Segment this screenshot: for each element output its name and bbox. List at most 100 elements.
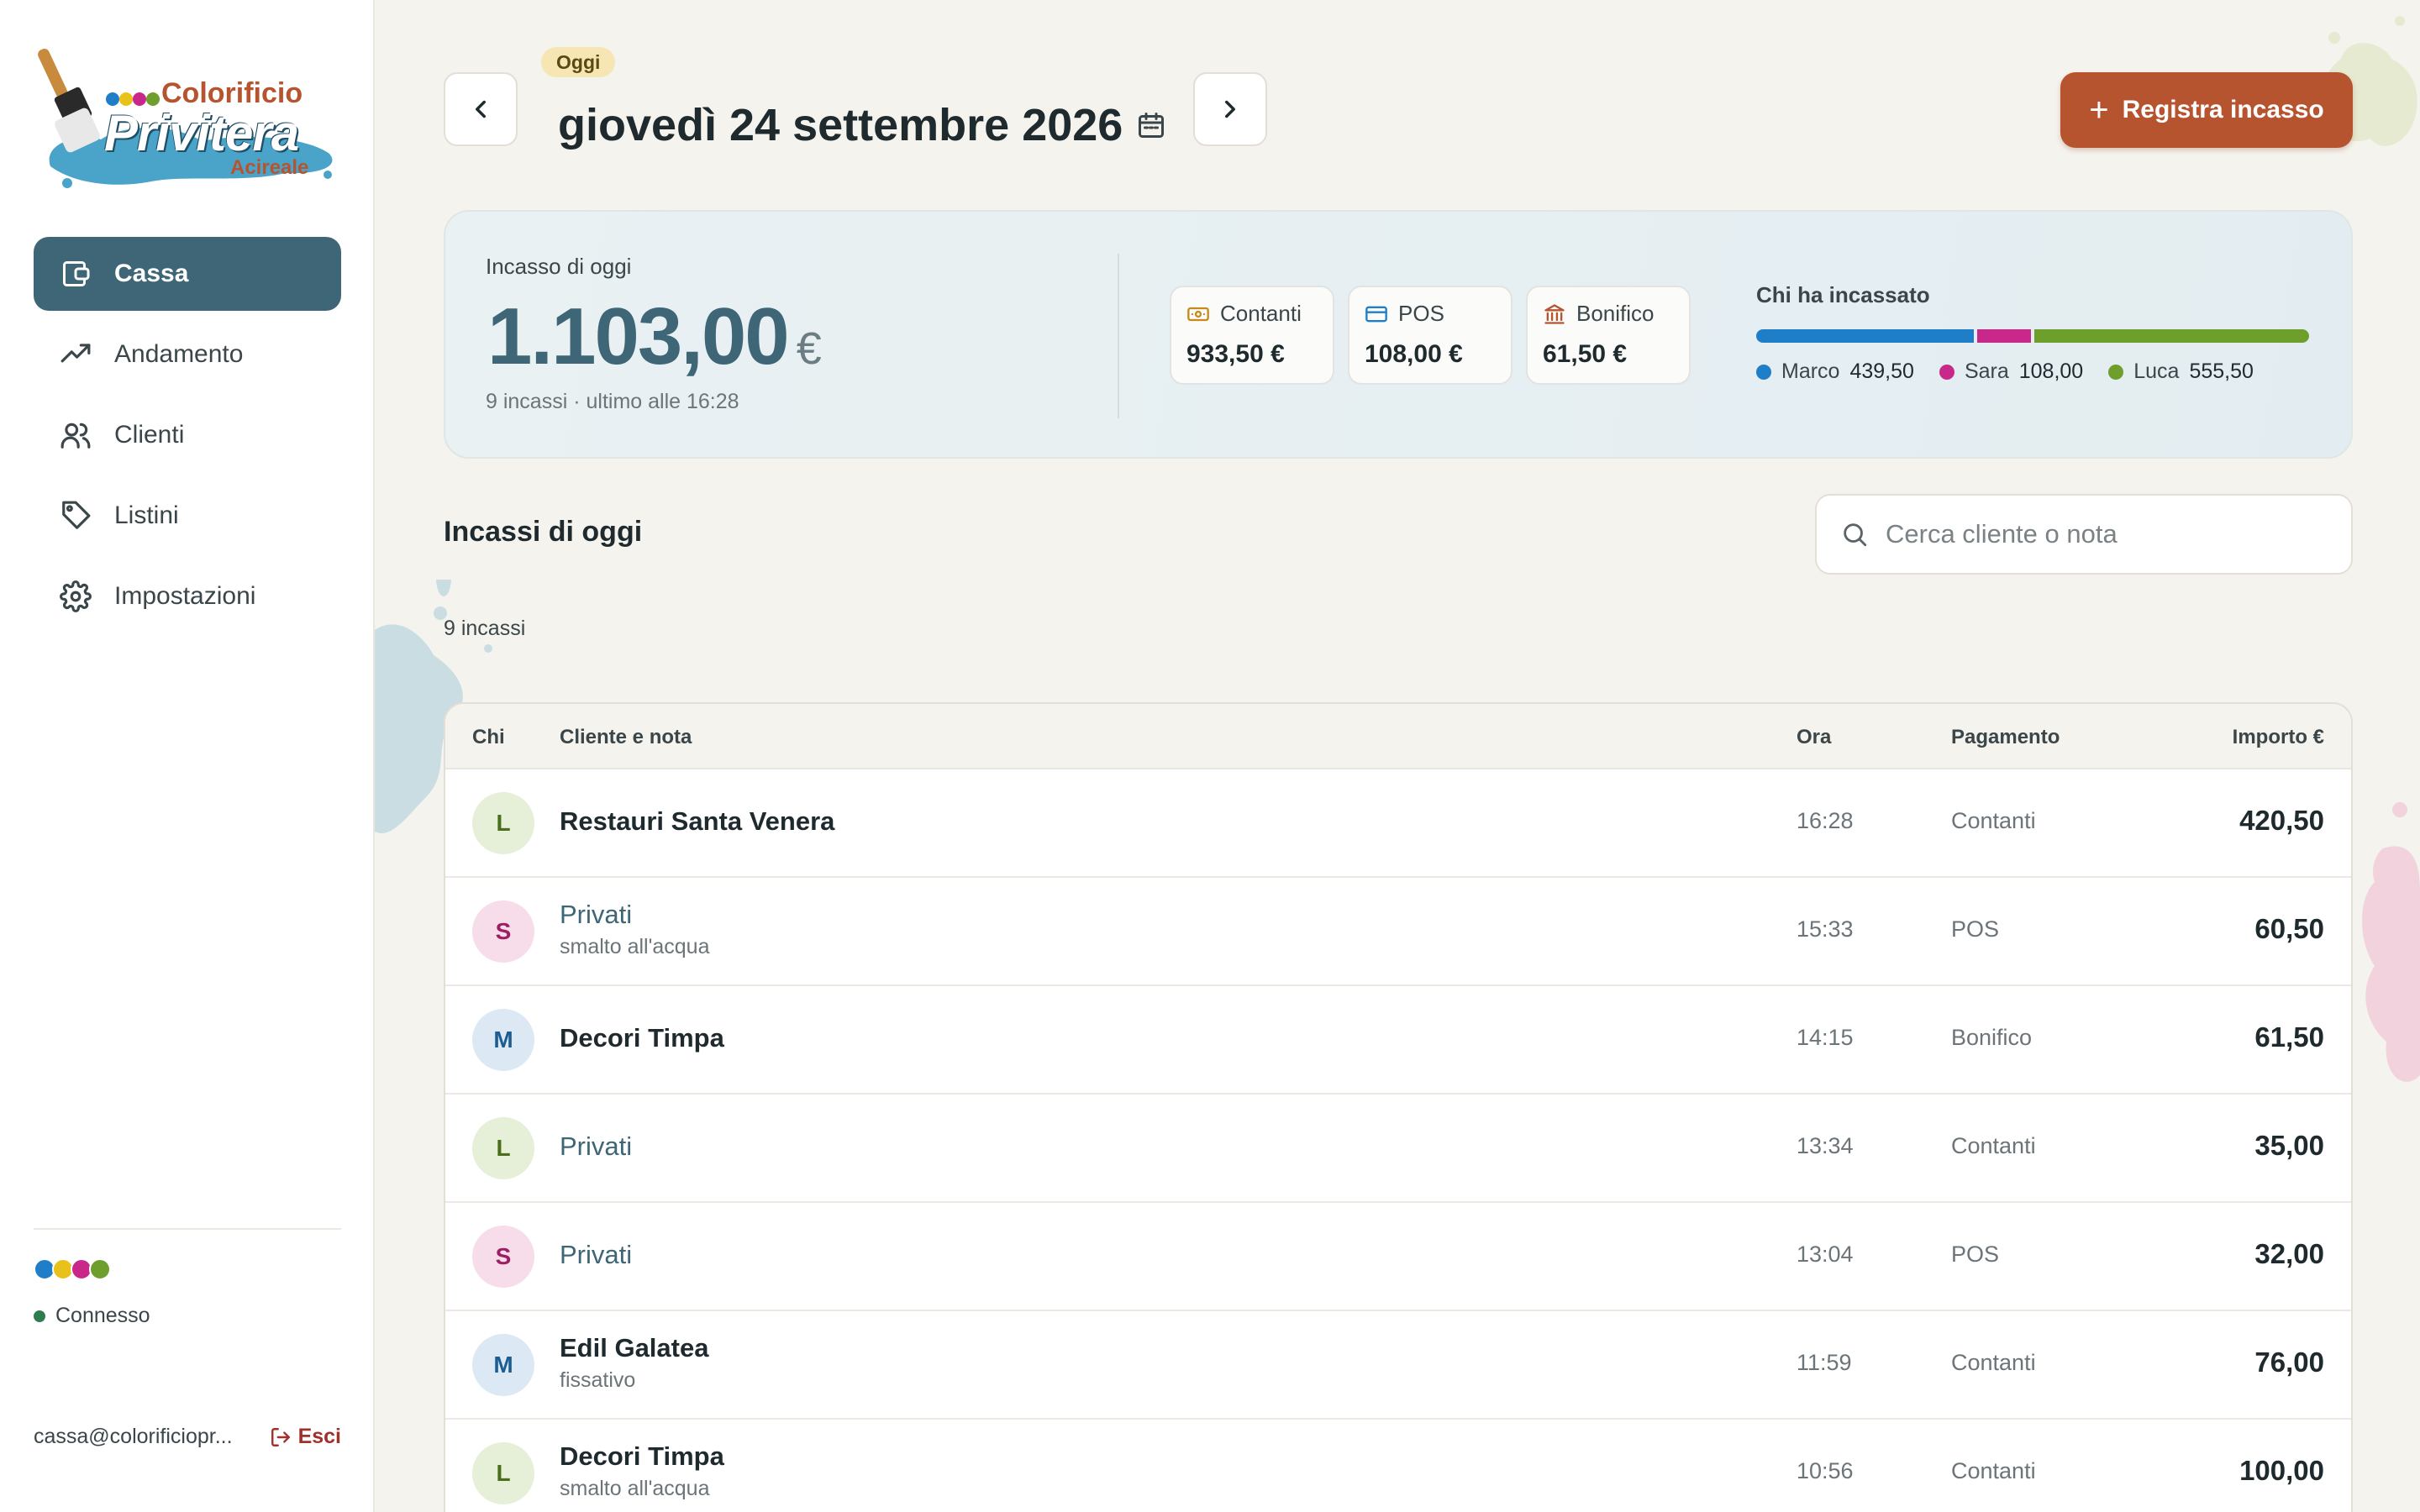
client-note: fissativo — [560, 1368, 636, 1392]
sidebar-item-label: Andamento — [114, 340, 244, 368]
payment-time: 13:34 — [1797, 1133, 1854, 1158]
chevron-left-icon — [476, 100, 486, 118]
color-dot-green — [89, 1258, 111, 1280]
page-title: giovedì 24 settembre 2026 — [558, 99, 1166, 151]
wallet-icon — [59, 257, 92, 291]
column-header-client[interactable]: Cliente e nota — [560, 726, 692, 749]
table-header: Chi Cliente e nota Ora Pagamento Importo… — [445, 704, 2351, 769]
table-body: L Restauri Santa Venera 16:28 Contanti 420,5… — [445, 769, 2351, 1512]
user-email: cassa@colorificiopr... — [34, 1425, 233, 1448]
tag-icon — [59, 499, 92, 533]
table-row[interactable]: L Restauri Santa Venera 16:28 Contanti 420,5… — [445, 769, 2351, 878]
logout-label: Esci — [297, 1425, 341, 1448]
brand-logo[interactable]: Colorificio Privitera Acireale — [34, 40, 345, 192]
legend-item-marco: Marco 439,50 — [1756, 360, 1914, 384]
search-box[interactable] — [1815, 494, 2353, 575]
summary-divider — [1118, 254, 1119, 418]
connection-status: Connesso — [34, 1304, 150, 1328]
section-title: Incassi di oggi — [444, 516, 643, 548]
sidebar-item-impostazioni[interactable]: Impostazioni — [34, 559, 341, 633]
payment-time: 14:15 — [1797, 1025, 1854, 1050]
table-row[interactable]: M Decori Timpa 14:15 Bonifico 61,50 — [445, 986, 2351, 1095]
sidebar-item-andamento[interactable]: Andamento — [34, 318, 341, 391]
payment-method-pos: POS 108,00 € — [1348, 286, 1512, 385]
current-date: giovedì 24 settembre 2026 — [558, 100, 1123, 150]
avatar: S — [472, 1226, 534, 1288]
avatar: M — [472, 1009, 534, 1071]
legend-dot-icon — [1756, 364, 1771, 380]
sidebar-item-cassa[interactable]: Cassa — [34, 237, 341, 311]
sidebar-item-clienti[interactable]: Clienti — [34, 398, 341, 472]
payment-method-label: Contanti — [1220, 301, 1302, 326]
next-day-button[interactable] — [1193, 72, 1267, 146]
calendar-icon[interactable] — [1136, 110, 1166, 140]
column-header-time[interactable]: Ora — [1797, 726, 1831, 749]
table-row[interactable]: S Privati smalto all'acqua 15:33 POS 60,50 — [445, 878, 2351, 986]
legend-value: 108,00 — [2018, 360, 2084, 383]
column-header-payment[interactable]: Pagamento — [1951, 726, 2060, 749]
search-icon — [1844, 523, 1867, 547]
summary-currency: € — [796, 323, 822, 374]
logout-icon — [271, 1427, 290, 1446]
legend-dot-icon — [2108, 364, 2124, 380]
register-payment-button[interactable]: + Registra incasso — [2060, 72, 2353, 148]
payment-method: Bonifico — [1951, 1025, 2033, 1050]
payment-amount: 32,00 — [2254, 1238, 2324, 1269]
brand-name-main: Privitera — [104, 105, 299, 161]
payment-time: 15:33 — [1797, 916, 1854, 942]
summary-subtitle: 9 incassi · ultimo alle 16:28 — [486, 390, 739, 413]
table-row[interactable]: M Edil Galatea fissativo 11:59 Contanti 76,00 — [445, 1311, 2351, 1420]
sidebar: Colorificio Privitera Acireale Cassa And… — [0, 0, 375, 1512]
avatar: L — [472, 1117, 534, 1179]
main-nav: Cassa Andamento Clienti Listini Impostaz… — [34, 237, 341, 640]
payment-method: Contanti — [1951, 1350, 2036, 1375]
cash-icon — [1186, 302, 1210, 326]
client-note: smalto all'acqua — [560, 1477, 710, 1500]
table-row[interactable]: L Decori Timpa smalto all'acqua 10:56 Contan… — [445, 1420, 2351, 1512]
payment-method: POS — [1951, 1242, 2000, 1267]
logout-button[interactable]: Esci — [270, 1425, 341, 1449]
client-name: Privati — [560, 1131, 633, 1161]
previous-day-button[interactable] — [444, 72, 518, 146]
today-badge: Oggi — [541, 47, 616, 77]
client-name: Privati — [560, 1240, 633, 1269]
summary-total: 1.103,00 € — [487, 291, 822, 383]
payment-method-amount: 108,00 € — [1365, 340, 1463, 368]
gear-icon — [59, 580, 92, 613]
legend-item-sara: Sara 108,00 — [1939, 360, 2083, 384]
avatar: L — [472, 792, 534, 854]
column-header-who[interactable]: Chi — [472, 726, 505, 749]
sidebar-item-listini[interactable]: Listini — [34, 479, 341, 553]
legend-name: Marco — [1781, 360, 1840, 383]
payment-method-contanti: Contanti 933,50 € — [1170, 286, 1334, 385]
table-row[interactable]: S Privati 13:04 POS 32,00 — [445, 1203, 2351, 1311]
payment-amount: 100,00 — [2239, 1455, 2324, 1486]
search-input[interactable] — [1886, 519, 2323, 549]
legend-name: Sara — [1964, 360, 2009, 383]
payment-time: 10:56 — [1797, 1458, 1854, 1483]
avatar: S — [472, 900, 534, 963]
payment-time: 16:28 — [1797, 808, 1854, 833]
column-header-amount[interactable]: Importo € — [2233, 726, 2324, 749]
main-content: Oggi giovedì 24 settembre 2026 + Registr… — [375, 0, 2420, 1512]
who-collected-bar — [1756, 329, 2309, 343]
client-name: Privati — [560, 900, 633, 929]
sidebar-item-label: Clienti — [114, 421, 185, 449]
card-icon — [1365, 302, 1388, 326]
payments-count: 9 incassi — [444, 617, 526, 640]
summary-total-value: 1.103,00 — [487, 291, 790, 381]
who-bar-segment-sara — [1977, 329, 2031, 343]
client-name: Decori Timpa — [560, 1441, 724, 1471]
status-label: Connesso — [55, 1304, 150, 1327]
legend-name: Luca — [2133, 360, 2180, 383]
table-row[interactable]: L Privati 13:34 Contanti 35,00 — [445, 1095, 2351, 1203]
client-name: Edil Galatea — [560, 1333, 709, 1362]
payment-amount: 60,50 — [2254, 913, 2324, 944]
sidebar-divider — [34, 1228, 341, 1230]
payment-time: 13:04 — [1797, 1242, 1854, 1267]
status-dot-icon — [34, 1310, 45, 1322]
payment-method-amount: 933,50 € — [1186, 340, 1285, 368]
avatar: L — [472, 1442, 534, 1504]
payment-method-label: Bonifico — [1576, 301, 1655, 326]
payment-method-label: POS — [1398, 301, 1444, 326]
